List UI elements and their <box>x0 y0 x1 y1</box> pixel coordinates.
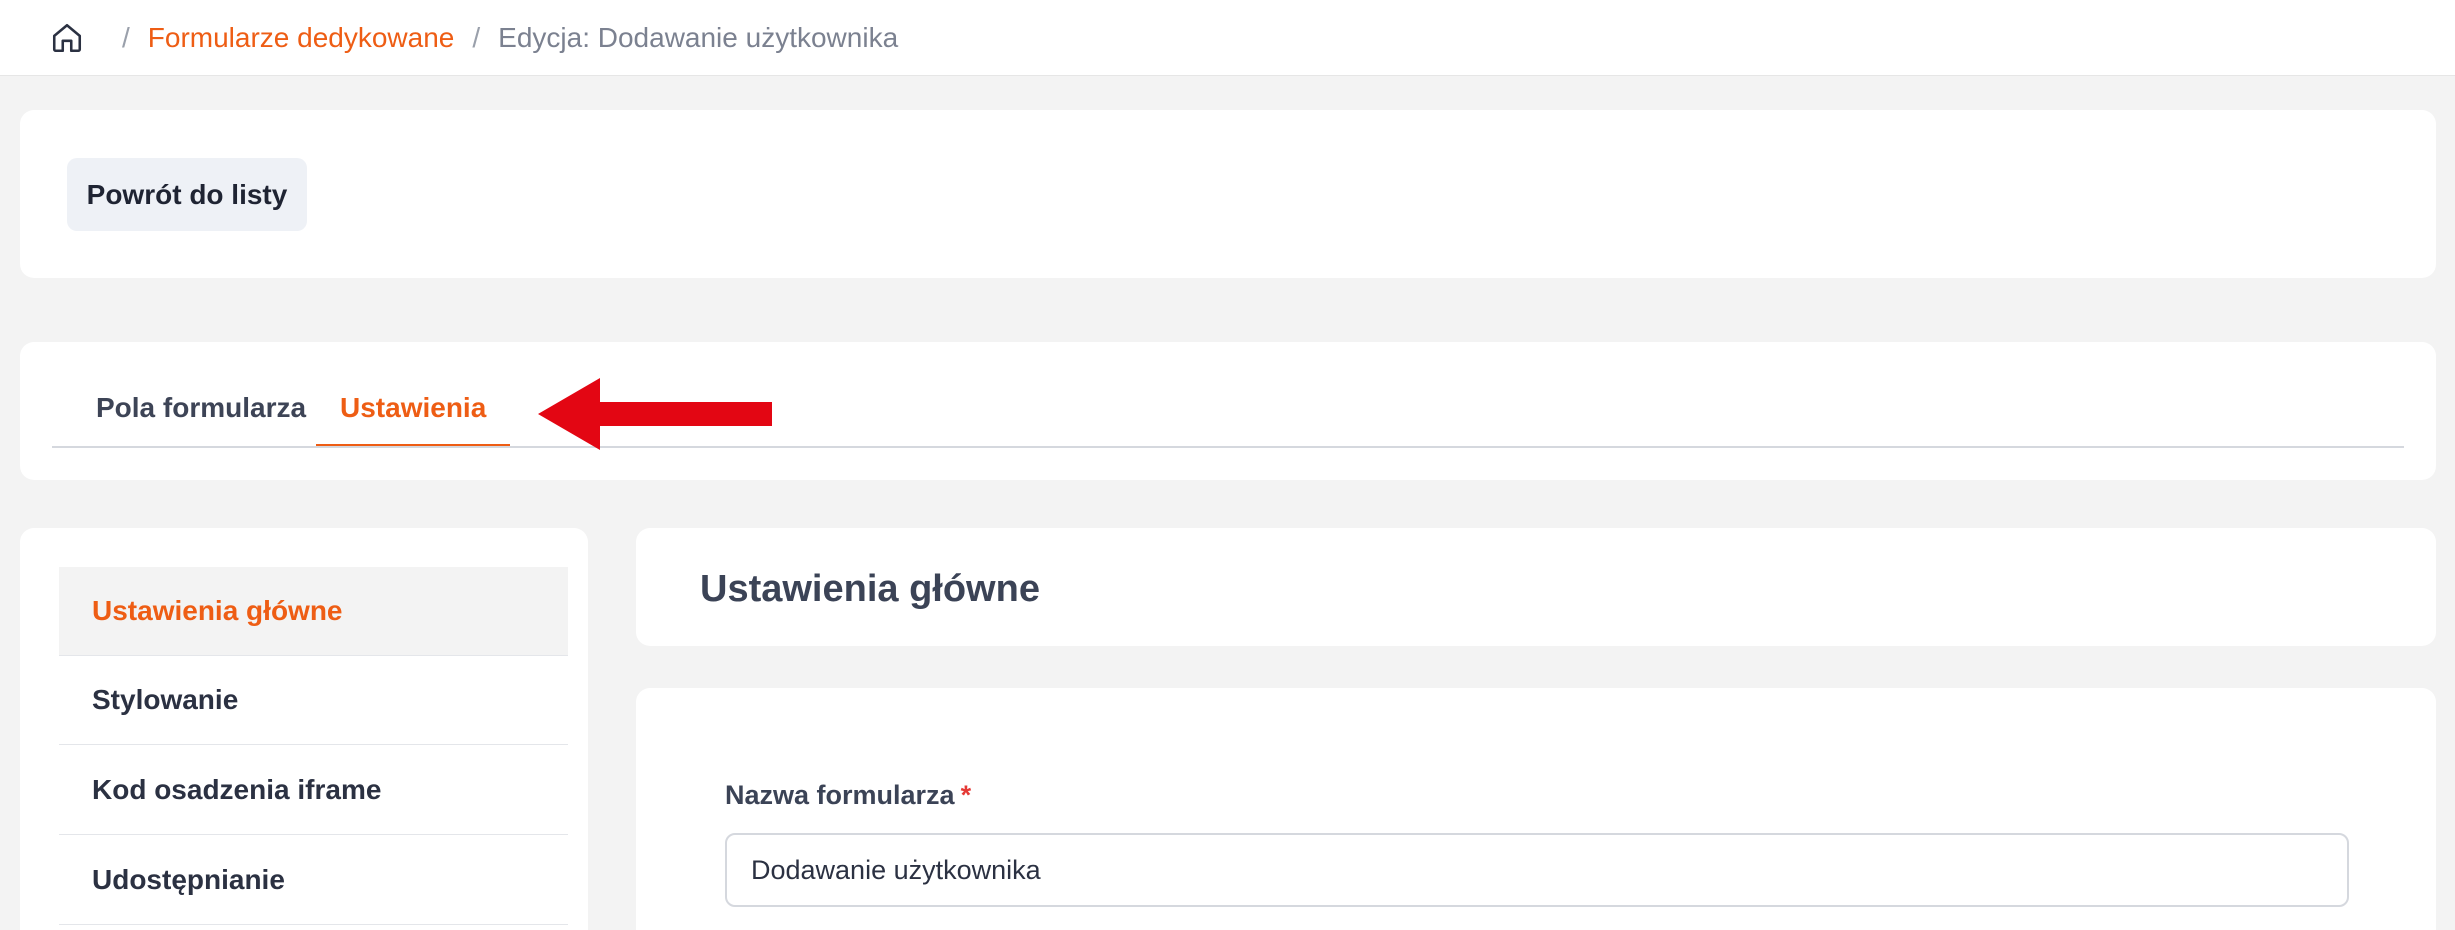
tab-form-fields[interactable]: Pola formularza <box>72 392 330 448</box>
sidebar-item-iframe-code[interactable]: Kod osadzenia iframe <box>59 746 568 835</box>
left-arrow-annotation <box>538 378 772 450</box>
settings-sidebar: Ustawienia główne Stylowanie Kod osadzen… <box>20 528 588 930</box>
sidebar-item-styling[interactable]: Stylowanie <box>59 656 568 745</box>
form-name-label-text: Nazwa formularza <box>725 780 955 810</box>
breadcrumb-current: Edycja: Dodawanie użytkownika <box>498 21 899 53</box>
form-name-label: Nazwa formularza * <box>725 780 971 811</box>
required-marker: * <box>960 780 972 810</box>
breadcrumb-separator: / <box>472 21 481 53</box>
breadcrumb-link-forms[interactable]: Formularze dedykowane <box>148 22 455 54</box>
home-icon[interactable] <box>50 21 84 55</box>
main-title-card: Ustawienia główne <box>636 528 2436 646</box>
back-to-list-button[interactable]: Powrót do listy <box>67 158 307 231</box>
breadcrumb: / Formularze dedykowane / Edycja: Dodawa… <box>0 0 2455 76</box>
form-card: Nazwa formularza * <box>636 688 2436 930</box>
breadcrumb-separator: / <box>122 21 130 53</box>
tab-settings[interactable]: Ustawienia <box>316 392 511 448</box>
back-card: Powrót do listy <box>20 110 2436 278</box>
sidebar-item-sharing[interactable]: Udostępnianie <box>59 836 568 925</box>
tabs-divider <box>52 446 2404 448</box>
form-name-input[interactable] <box>725 833 2349 907</box>
tabs-card: Pola formularza Ustawienia <box>20 342 2436 480</box>
sidebar-item-main-settings[interactable]: Ustawienia główne <box>59 567 568 656</box>
page-title: Ustawienia główne <box>700 568 1040 610</box>
